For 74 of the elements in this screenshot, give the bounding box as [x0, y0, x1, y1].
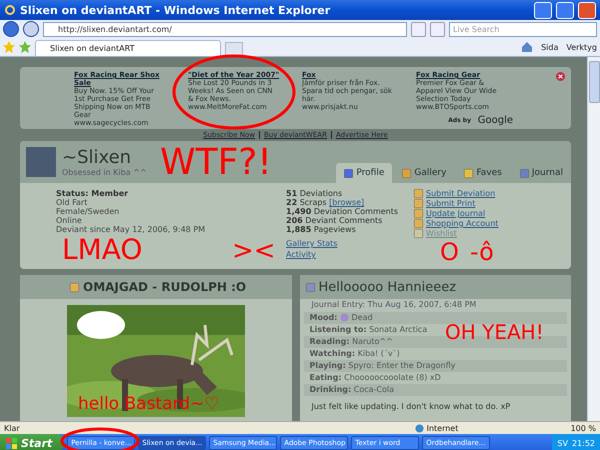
- home-icon[interactable]: [521, 41, 534, 53]
- stat-link[interactable]: Gallery Stats: [286, 239, 406, 248]
- toolbar-menu[interactable]: Verktyg: [566, 42, 597, 52]
- journal-icon: [306, 282, 314, 292]
- ads-brand: Google: [478, 115, 513, 126]
- tagline: Obsessed in Kiba ^^: [62, 168, 147, 177]
- scribble-text: O: [440, 240, 459, 264]
- sad-face-icon: [340, 313, 349, 322]
- stat-line: 22 Scraps [browse]: [286, 198, 366, 207]
- scribble-text: WTF?!: [160, 145, 272, 181]
- stat-line: 1,490 Deviation Comments: [286, 207, 400, 216]
- zone-text: Internet: [426, 424, 458, 432]
- forward-button[interactable]: [23, 21, 39, 37]
- add-favorite-icon[interactable]: [19, 41, 31, 53]
- scribble-text: OH YEAH!: [445, 322, 544, 342]
- profile-tab[interactable]: Journal: [512, 163, 571, 183]
- stop-button[interactable]: [430, 22, 445, 36]
- tab-icon: [464, 168, 474, 178]
- minimize-button[interactable]: [534, 2, 552, 18]
- profile-tab[interactable]: Profile: [336, 163, 392, 183]
- clock: 21:52: [572, 438, 595, 448]
- status-text: Status: Member: [56, 189, 130, 198]
- window-title: Slixen on deviantART - Windows Internet Explorer: [20, 4, 332, 16]
- address-field[interactable]: http://slixen.deviantart.com/: [43, 22, 407, 36]
- language-indicator[interactable]: SV: [557, 438, 568, 448]
- action-link[interactable]: Shopping Account: [426, 219, 498, 228]
- scribble-text: ><: [232, 238, 276, 264]
- start-button[interactable]: Start: [0, 434, 64, 450]
- profile-detail: Old Fart: [56, 198, 88, 207]
- stat-line: 51 Deviations: [286, 189, 344, 198]
- profile-detail: Online: [56, 216, 83, 225]
- avatar: [26, 147, 56, 177]
- browser-tab[interactable]: Slixen on deviantART: [35, 40, 221, 56]
- scribble-text: hello Bastard~♡: [78, 396, 220, 413]
- search-field[interactable]: Live Search: [449, 22, 597, 36]
- toolbar-menu[interactable]: Sida: [541, 42, 558, 52]
- globe-icon: [414, 424, 424, 432]
- refresh-button[interactable]: [411, 22, 426, 36]
- journal-field: Eating: Chooooocooolate (8) xD: [310, 373, 441, 383]
- action-link[interactable]: Submit Print: [426, 199, 476, 208]
- ie-logo-icon: [4, 4, 16, 16]
- tab-icon: [402, 168, 412, 178]
- journal-title: Hellooooo Hannieeez: [318, 280, 456, 294]
- action-link[interactable]: Submit Deviation: [426, 189, 496, 198]
- zoom-level[interactable]: 100 %: [570, 424, 596, 432]
- journal-field: Listening to: Sonata Arctica: [310, 325, 428, 335]
- stat-line: 206 Deviant Comments: [286, 216, 384, 225]
- star-icon[interactable]: [3, 41, 15, 53]
- deviation-icon: [70, 282, 79, 292]
- status-text: Klar: [4, 424, 20, 432]
- profile-detail: Female/Sweden: [56, 207, 120, 216]
- profile-tab[interactable]: Faves: [456, 163, 510, 183]
- maximize-button[interactable]: [556, 2, 574, 18]
- scribble-text: LMAO: [62, 236, 142, 264]
- profile-tab[interactable]: Gallery: [394, 163, 454, 183]
- scrollbar-thumb[interactable]: [588, 61, 600, 103]
- stat-link[interactable]: Activity: [286, 250, 406, 259]
- new-tab-button[interactable]: [225, 42, 243, 56]
- scribble-text: -ô: [470, 240, 494, 264]
- windows-flag-icon: [6, 438, 17, 448]
- close-icon[interactable]: [556, 72, 565, 81]
- close-button[interactable]: [578, 2, 596, 18]
- browse-link[interactable]: [browse]: [329, 198, 364, 207]
- action-link[interactable]: Update Journal: [426, 209, 486, 218]
- journal-field: Watching: Kiba! (´v`): [310, 349, 400, 359]
- profile-detail: Deviant since May 12, 2006, 9:48 PM: [56, 225, 206, 234]
- back-button[interactable]: [3, 21, 19, 37]
- journal-date: Journal Entry: Thu Aug 16, 2007, 6:48 PM: [310, 299, 478, 311]
- journal-body: Just felt like updating. I don't know what to do. xP: [310, 401, 512, 413]
- stat-line: 1,885 Pageviews: [286, 225, 357, 234]
- deviation-title: OMAJGAD - RUDOLPH :O: [83, 280, 246, 294]
- username: ~Slixen: [62, 147, 132, 168]
- tab-icon: [520, 168, 529, 178]
- tab-icon: [344, 168, 354, 178]
